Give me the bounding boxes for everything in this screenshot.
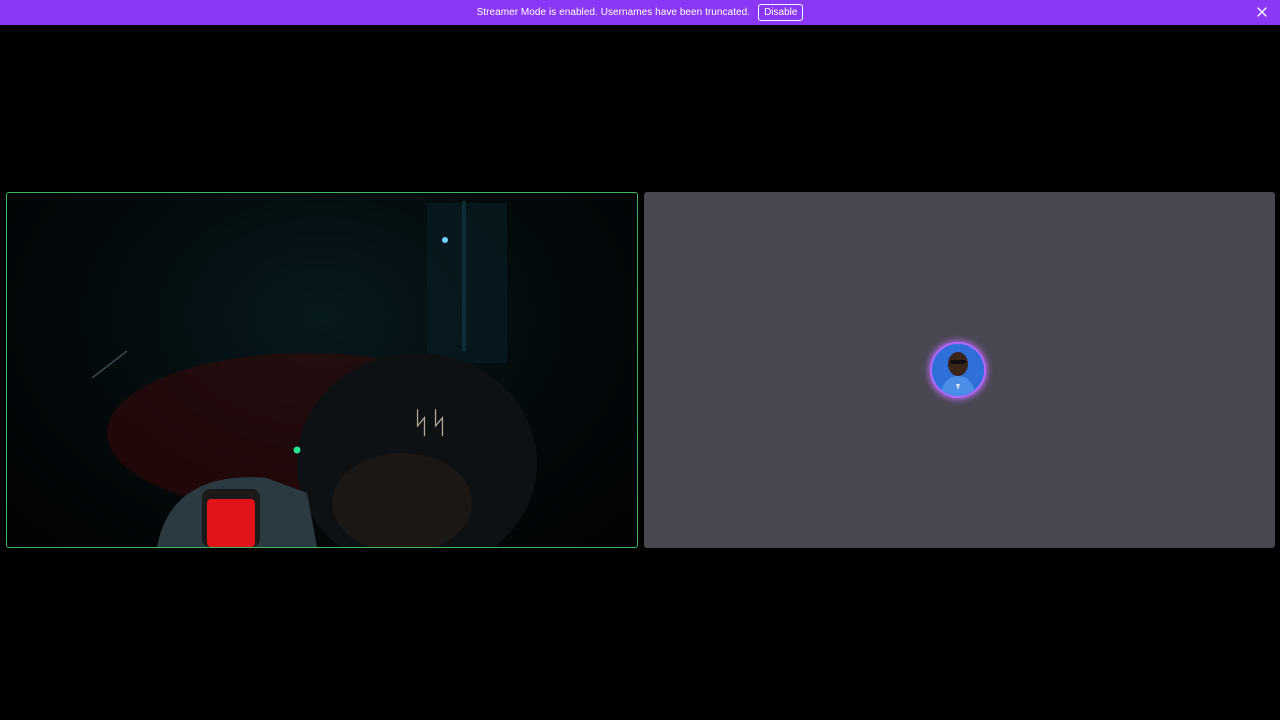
streamer-mode-message: Streamer Mode is enabled. Usernames have…	[476, 7, 751, 18]
video-tile-speaking[interactable]: ᛋᛋ	[6, 192, 638, 548]
disable-streamer-mode-button[interactable]: Disable	[758, 4, 804, 21]
close-icon[interactable]	[1254, 4, 1270, 20]
video-feed: ᛋᛋ	[91, 201, 537, 547]
streamer-mode-banner: Streamer Mode is enabled. Usernames have…	[0, 0, 1280, 25]
video-tile-avatar[interactable]	[644, 192, 1275, 548]
svg-text:ᛋᛋ: ᛋᛋ	[412, 406, 448, 441]
avatar[interactable]	[930, 342, 986, 398]
